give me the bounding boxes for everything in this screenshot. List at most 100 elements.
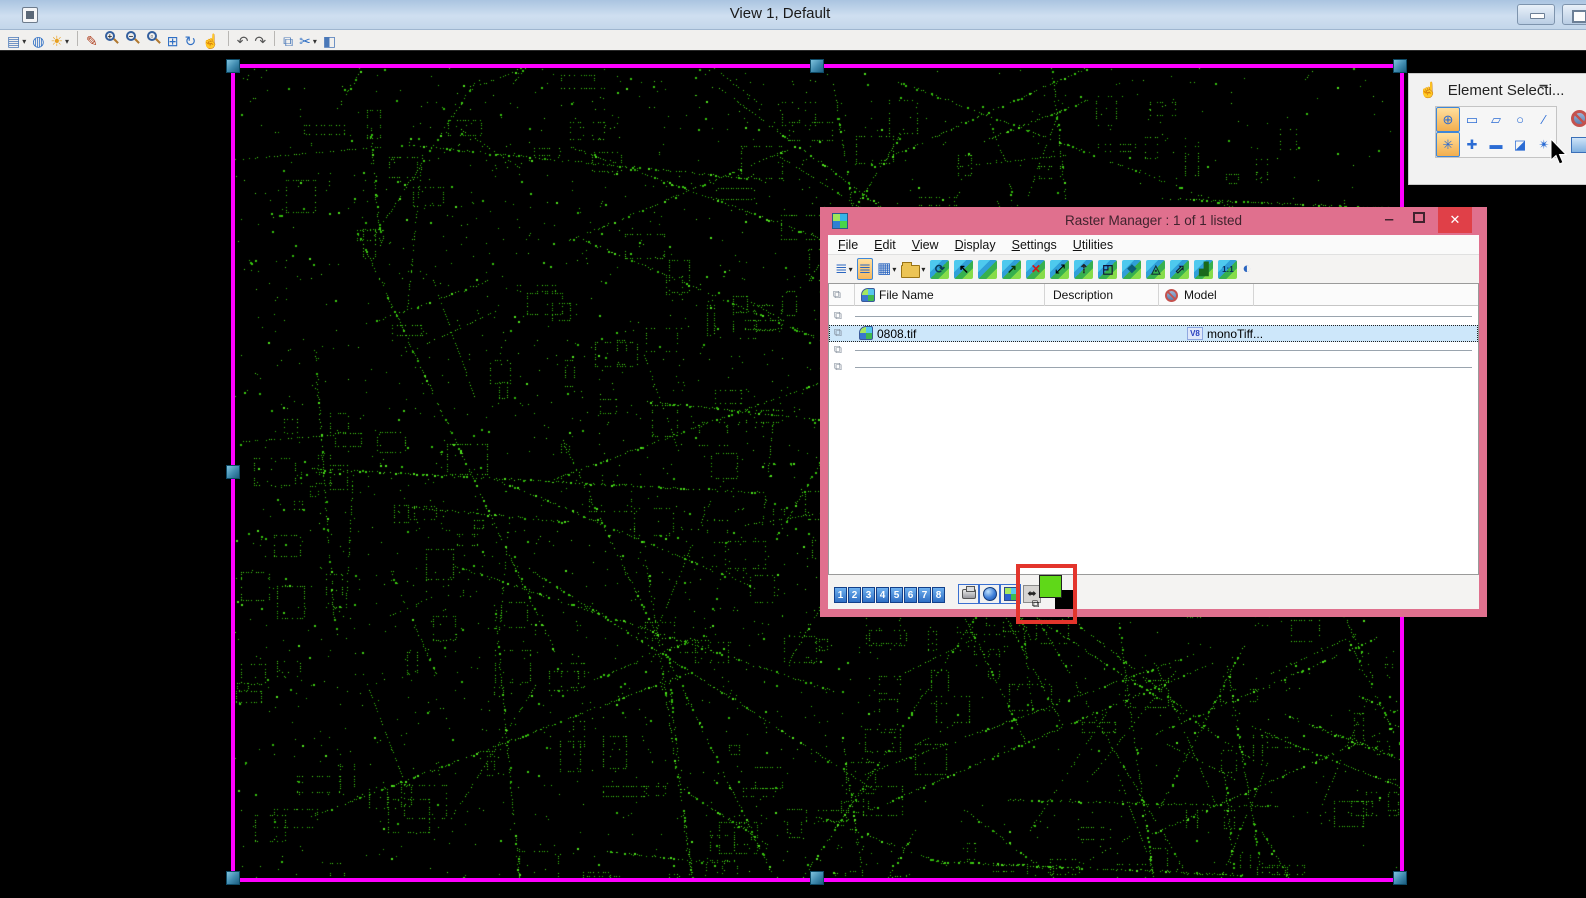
sheet-button-6[interactable]: 6 (904, 587, 917, 603)
mirror-raster-button[interactable]: ⬀ (1169, 259, 1190, 280)
sheet-button-4[interactable]: 4 (876, 587, 889, 603)
deselect-all-button[interactable] (1567, 106, 1586, 131)
raster-row-empty[interactable]: ⧉ (829, 308, 1478, 325)
column-spacer (1254, 284, 1478, 306)
empty-row-line (855, 350, 1472, 351)
copy-view-button[interactable]: ⧉ (280, 32, 296, 51)
contrast-brightness-button[interactable]: ◐ (1241, 259, 1252, 279)
display-style-button[interactable]: ◍ (29, 32, 47, 51)
menu-utilities[interactable]: Utilities (1073, 238, 1113, 252)
raster-manager-minimize-icon[interactable]: ‒ (1385, 211, 1393, 228)
dropdown-arrow-icon[interactable]: ▾ (849, 265, 853, 274)
copy-raster-button[interactable]: ⇡ (1073, 259, 1094, 280)
raster-row-0808.tif[interactable]: ⧉0808.tifV8monoTiff... (829, 325, 1478, 342)
selection-handle[interactable] (226, 465, 240, 479)
select-line-icon[interactable]: ∕ (1532, 107, 1556, 132)
zoom-out-button[interactable]: − (122, 29, 143, 48)
subtract-selection-icon[interactable]: ▬ (1484, 132, 1508, 157)
selection-handle[interactable] (1393, 59, 1407, 73)
select-rectangle-icon[interactable]: ▭ (1460, 107, 1484, 132)
clip-mask-button[interactable]: ◧ (320, 32, 339, 51)
raster-row-empty[interactable]: ⧉ (829, 359, 1478, 376)
list-view-mode-button[interactable]: ≣ (857, 258, 874, 280)
menu-edit[interactable]: Edit (874, 238, 896, 252)
column-file-name[interactable]: File Name (855, 284, 1045, 306)
move-raster-button[interactable]: ⤢ (1049, 259, 1070, 280)
menu-display[interactable]: Display (955, 238, 996, 252)
clip-volume-icon: ✂ (299, 33, 311, 49)
sheet-button-8[interactable]: 8 (932, 587, 945, 603)
histogram-button[interactable]: ▟ (1193, 259, 1214, 280)
invert-selection-icon[interactable]: ◪ (1508, 132, 1532, 157)
sheet-button-2[interactable]: 2 (848, 587, 861, 603)
rotate-raster-overlay: ❖ (1122, 260, 1141, 279)
smart-select-icon[interactable]: ✳ (1436, 132, 1460, 157)
window-area-button[interactable]: ▫ (143, 29, 164, 48)
fit-view-button[interactable]: ⊞ (164, 32, 182, 51)
column-description[interactable]: Description (1045, 284, 1159, 306)
dropdown-arrow-icon[interactable]: ▾ (313, 37, 317, 46)
update-view-button[interactable]: ✎ (83, 32, 101, 51)
view-previous-button[interactable]: ↶ (234, 32, 252, 51)
menu-file[interactable]: File (838, 238, 858, 252)
selection-handle[interactable] (226, 871, 240, 885)
dropdown-arrow-icon[interactable]: ▾ (65, 37, 69, 46)
selection-handle[interactable] (810, 59, 824, 73)
refresh-raster-button[interactable]: ⟳ (929, 259, 950, 280)
view-next-button[interactable]: ↷ (251, 32, 269, 51)
raster-properties-button[interactable] (977, 259, 998, 280)
window-area-glyph: ▫ (147, 31, 157, 41)
raster-manager-close-button[interactable]: ✕ (1438, 207, 1472, 233)
adjust-brightness-button[interactable]: ☀▾ (47, 32, 72, 51)
column-model[interactable]: Model (1159, 284, 1254, 306)
pan-view-button[interactable]: ☝ (199, 32, 222, 51)
zoom-in-icon: + (104, 31, 119, 46)
geo-button[interactable] (979, 584, 1000, 604)
menu-settings[interactable]: Settings (1012, 238, 1057, 252)
fit-view-icon: ⊞ (167, 33, 179, 49)
minimize-button[interactable] (1517, 4, 1555, 25)
selection-handle[interactable] (810, 871, 824, 885)
attach-raster-button[interactable]: ▾ (900, 260, 926, 279)
extend-raster-button[interactable]: ↗ (1001, 259, 1022, 280)
rotate-raster-button[interactable]: ❖ (1121, 259, 1142, 280)
sheet-button-5[interactable]: 5 (890, 587, 903, 603)
print-button[interactable] (958, 584, 979, 604)
show-map-view-button[interactable]: ▦▾ (876, 259, 897, 279)
view-window-titlebar[interactable]: View 1, Default (0, 0, 1586, 30)
view-attributes-button[interactable]: ▤▾ (4, 32, 29, 51)
add-selection-icon[interactable]: ✚ (1460, 132, 1484, 157)
layer-display-mode-button[interactable]: ≣▾ (834, 259, 854, 279)
dropdown-arrow-icon[interactable]: ▾ (892, 265, 896, 274)
scale-raster-button[interactable]: ◰ (1097, 259, 1118, 280)
refresh-raster-icon: ⟳ (930, 260, 949, 279)
raster-manager-client: FileEditViewDisplaySettingsUtilities ≣▾≣… (828, 235, 1479, 609)
selection-handle[interactable] (226, 59, 240, 73)
raster-row-empty[interactable]: ⧉ (829, 342, 1478, 359)
raster-manager-titlebar[interactable]: Raster Manager : 1 of 1 listed ‒ ✕ (820, 207, 1487, 235)
element-selection-minimize-icon[interactable]: − (1539, 78, 1548, 96)
sheet-button-7[interactable]: 7 (918, 587, 931, 603)
warp-raster-button[interactable]: ◬ (1145, 259, 1166, 280)
layers-icon: ⧉ (834, 327, 842, 340)
element-selection-header[interactable]: ☝ Element Selecti... (1419, 80, 1586, 100)
raster-manager-statusbar: 12345678 ⬌ (828, 581, 1479, 607)
clip-volume-button[interactable]: ✂▾ (296, 32, 320, 51)
select-raster-button[interactable]: ↖ (953, 259, 974, 280)
selection-handle[interactable] (1393, 871, 1407, 885)
menu-view[interactable]: View (912, 238, 939, 252)
restore-button[interactable] (1562, 4, 1586, 25)
dropdown-arrow-icon[interactable]: ▾ (921, 265, 925, 274)
dropdown-arrow-icon[interactable]: ▾ (22, 37, 26, 46)
raster-manager-maximize-icon[interactable] (1413, 212, 1425, 223)
detach-raster-button[interactable]: ✕ (1025, 259, 1046, 280)
zoom-in-button[interactable]: + (101, 29, 122, 48)
select-shape-icon[interactable]: ▱ (1484, 107, 1508, 132)
sheet-button-1[interactable]: 1 (834, 587, 847, 603)
rotate-view-button[interactable]: ↻ (182, 32, 200, 51)
select-element-icon[interactable]: ⊕ (1436, 107, 1460, 132)
sheet-button-3[interactable]: 3 (862, 587, 875, 603)
clip-mask-icon: ◧ (323, 33, 336, 49)
select-circle-icon[interactable]: ○ (1508, 107, 1532, 132)
zoom-one-to-one-button[interactable]: 1:1 (1217, 259, 1238, 280)
